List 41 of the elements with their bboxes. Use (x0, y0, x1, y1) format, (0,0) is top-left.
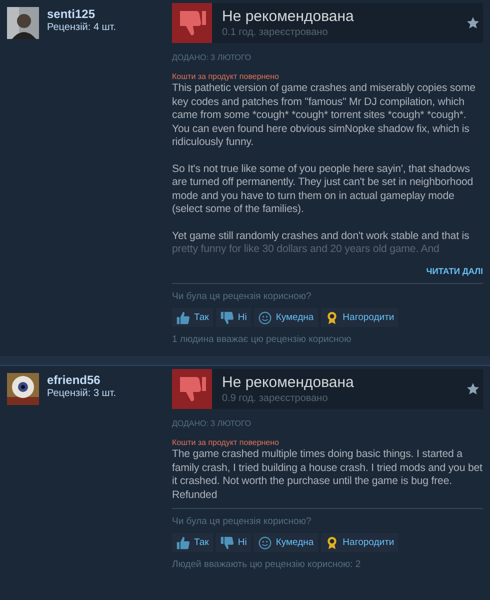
smiley-icon (258, 310, 272, 325)
hours-played: 0.1 год. зареєстровано (222, 26, 329, 38)
author-name[interactable]: efriend56 (47, 373, 116, 388)
vote-button[interactable]: Кумедна (254, 533, 318, 552)
review-text: Yet game still randomly crashes and don't work stable and that is pretty funny for like 30 dollars and 20 years old game. And (172, 230, 470, 256)
read-more-link[interactable]: ЧИТАТИ ДАЛІ (426, 264, 483, 278)
smiley-icon (258, 536, 272, 550)
thumbs-up-icon (176, 536, 190, 550)
vote-button[interactable]: Ні (216, 533, 251, 552)
refund-note: Кошти за продукт повернено (172, 438, 280, 448)
review-text: The game crashed multiple times doing basic things. I started a family crash, I tried building a house crash. I tried mods and you bet it crashed. Not worth the purchase until the game is bug free. Refunded (172, 448, 483, 502)
verdict-title: Не рекомендована (222, 8, 355, 26)
vote-button[interactable]: Так (172, 533, 213, 552)
vote-button[interactable]: Так (172, 308, 213, 328)
thumbs-down-icon (172, 369, 212, 410)
star-icon[interactable] (467, 383, 479, 396)
helpful-question: Чи була ця рецензія корисною? (172, 515, 312, 528)
star-icon[interactable] (467, 17, 479, 29)
award-icon (324, 310, 339, 325)
award-icon (324, 536, 339, 550)
refund-note: Кошти за продукт повернено (172, 72, 280, 82)
helpful-question: Чи була ця рецензія корисною? (172, 290, 312, 304)
posted-date: ДОДАНО: 3 ЛЮТОГО (172, 418, 252, 430)
author-name[interactable]: senti125 (47, 7, 116, 21)
verdict-title: Не рекомендована (222, 374, 355, 392)
helpful-count: 1 людина вважає цю рецензію корисною (172, 333, 352, 346)
review-text: This pathetic version of game crashes and miserably copies some key codes and patches from "famous" Mr DJ compilation, which came from some *cough* *cough* torrent sites *cough* *cough*. You can even found here obvious simNopke shadow fix, which is ridiculously funny. (172, 82, 476, 150)
thumbs-up-icon (176, 310, 190, 325)
vote-button[interactable]: Нагородити (320, 308, 398, 328)
hours-played: 0.9 год. зареєстровано (222, 392, 329, 405)
vote-button[interactable]: Ні (216, 308, 251, 328)
thumbs-down-icon (220, 536, 234, 550)
review-count: Рецензій: 4 шт. (47, 21, 116, 35)
review-text: So It's not true like some of you people here sayin', that shadows are turned off permanently. They just can't be set in neighborhood mode and you have to turn them on in actual gameplay mode (select some of the families). (172, 162, 474, 216)
posted-date: ДОДАНО: 3 ЛЮТОГО (172, 52, 252, 63)
vote-button[interactable]: Кумедна (254, 308, 318, 328)
thumbs-down-icon (172, 3, 212, 43)
review-count: Рецензій: 3 шт. (47, 387, 116, 402)
vote-button[interactable]: Нагородити (320, 533, 398, 552)
helpful-count: Людей вважають цю рецензію корисною: 2 (172, 558, 362, 572)
thumbs-down-icon (220, 310, 234, 325)
